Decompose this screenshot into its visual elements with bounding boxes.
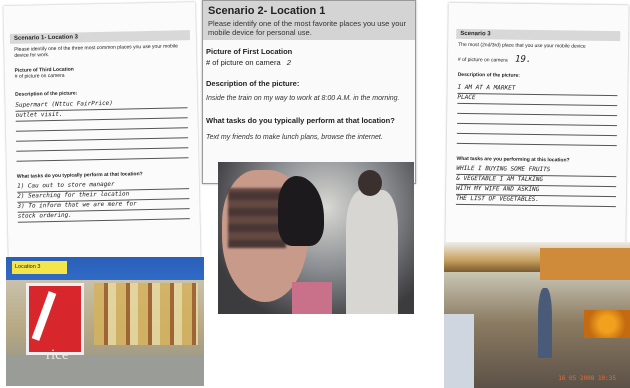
center-tasks: Text my friends to make lunch plans, bro…	[206, 134, 383, 141]
center-picture-label: Picture of First Location	[206, 47, 293, 56]
center-picture-number: 2	[286, 58, 291, 67]
center-picture-number-label: # of picture on camera	[206, 58, 281, 67]
train-photo	[218, 162, 414, 314]
center-sheet-header: Scenario 2- Location 1 Please identify o…	[203, 1, 415, 40]
center-picture-number-row: # of picture on camera 2	[206, 58, 412, 67]
left-description-label: Description of the picture:	[15, 90, 78, 98]
left-tasks-label: What tasks do you typically perform at t…	[16, 171, 143, 180]
left-sheet-prompt: Please identify one of the three most co…	[14, 43, 178, 59]
right-blank-line	[456, 133, 617, 147]
hair	[278, 176, 324, 246]
passenger-head	[358, 170, 382, 196]
center-description: Inside the train on my way to work at 8:…	[206, 95, 400, 102]
store-sign-text: rice	[46, 347, 69, 363]
center-description-label: Description of the picture:	[206, 79, 300, 88]
left-survey-sheet: Scenario 1- Location 3 Please identify o…	[3, 2, 201, 268]
store-location-caption: Location 3	[12, 261, 67, 274]
center-sheet-title: Scenario 2- Location 1	[208, 5, 326, 17]
right-task-line-4: THE LIST OF VEGETABLES.	[455, 194, 617, 208]
right-description-label: Description of the picture:	[457, 71, 520, 79]
right-tasks-label: What tasks are you performing at this lo…	[456, 155, 570, 164]
store-shelves	[94, 283, 198, 345]
center-sheet-prompt: Please identify one of the most favorite…	[208, 19, 407, 37]
store-floor	[6, 356, 204, 386]
pink-shirt	[292, 282, 332, 314]
passenger-figure	[346, 190, 398, 314]
supermarket-photo: rice Location 3	[6, 257, 204, 386]
market-photo: 16 05 2008 10:35	[444, 242, 630, 388]
right-sheet-prompt: The most (2nd/3rd) place that you use yo…	[458, 41, 586, 50]
center-survey-sheet: Scenario 2- Location 1 Please identify o…	[202, 0, 416, 184]
market-person-foreground	[444, 314, 474, 388]
right-picture-number-row: # of picture on camera 19.	[457, 54, 618, 65]
right-picture-number-label: # of picture on camera	[457, 56, 508, 64]
right-picture-number: 19.	[514, 54, 532, 65]
center-tasks-label: What tasks do you typically perform at t…	[206, 116, 395, 125]
right-survey-sheet: Scenario 3 The most (2nd/3rd) place that…	[445, 2, 629, 250]
fruit-stall	[584, 310, 630, 338]
photo-timestamp: 16 05 2008 10:35	[558, 375, 616, 382]
market-shopper	[538, 288, 552, 358]
market-awning-orange	[540, 248, 630, 280]
